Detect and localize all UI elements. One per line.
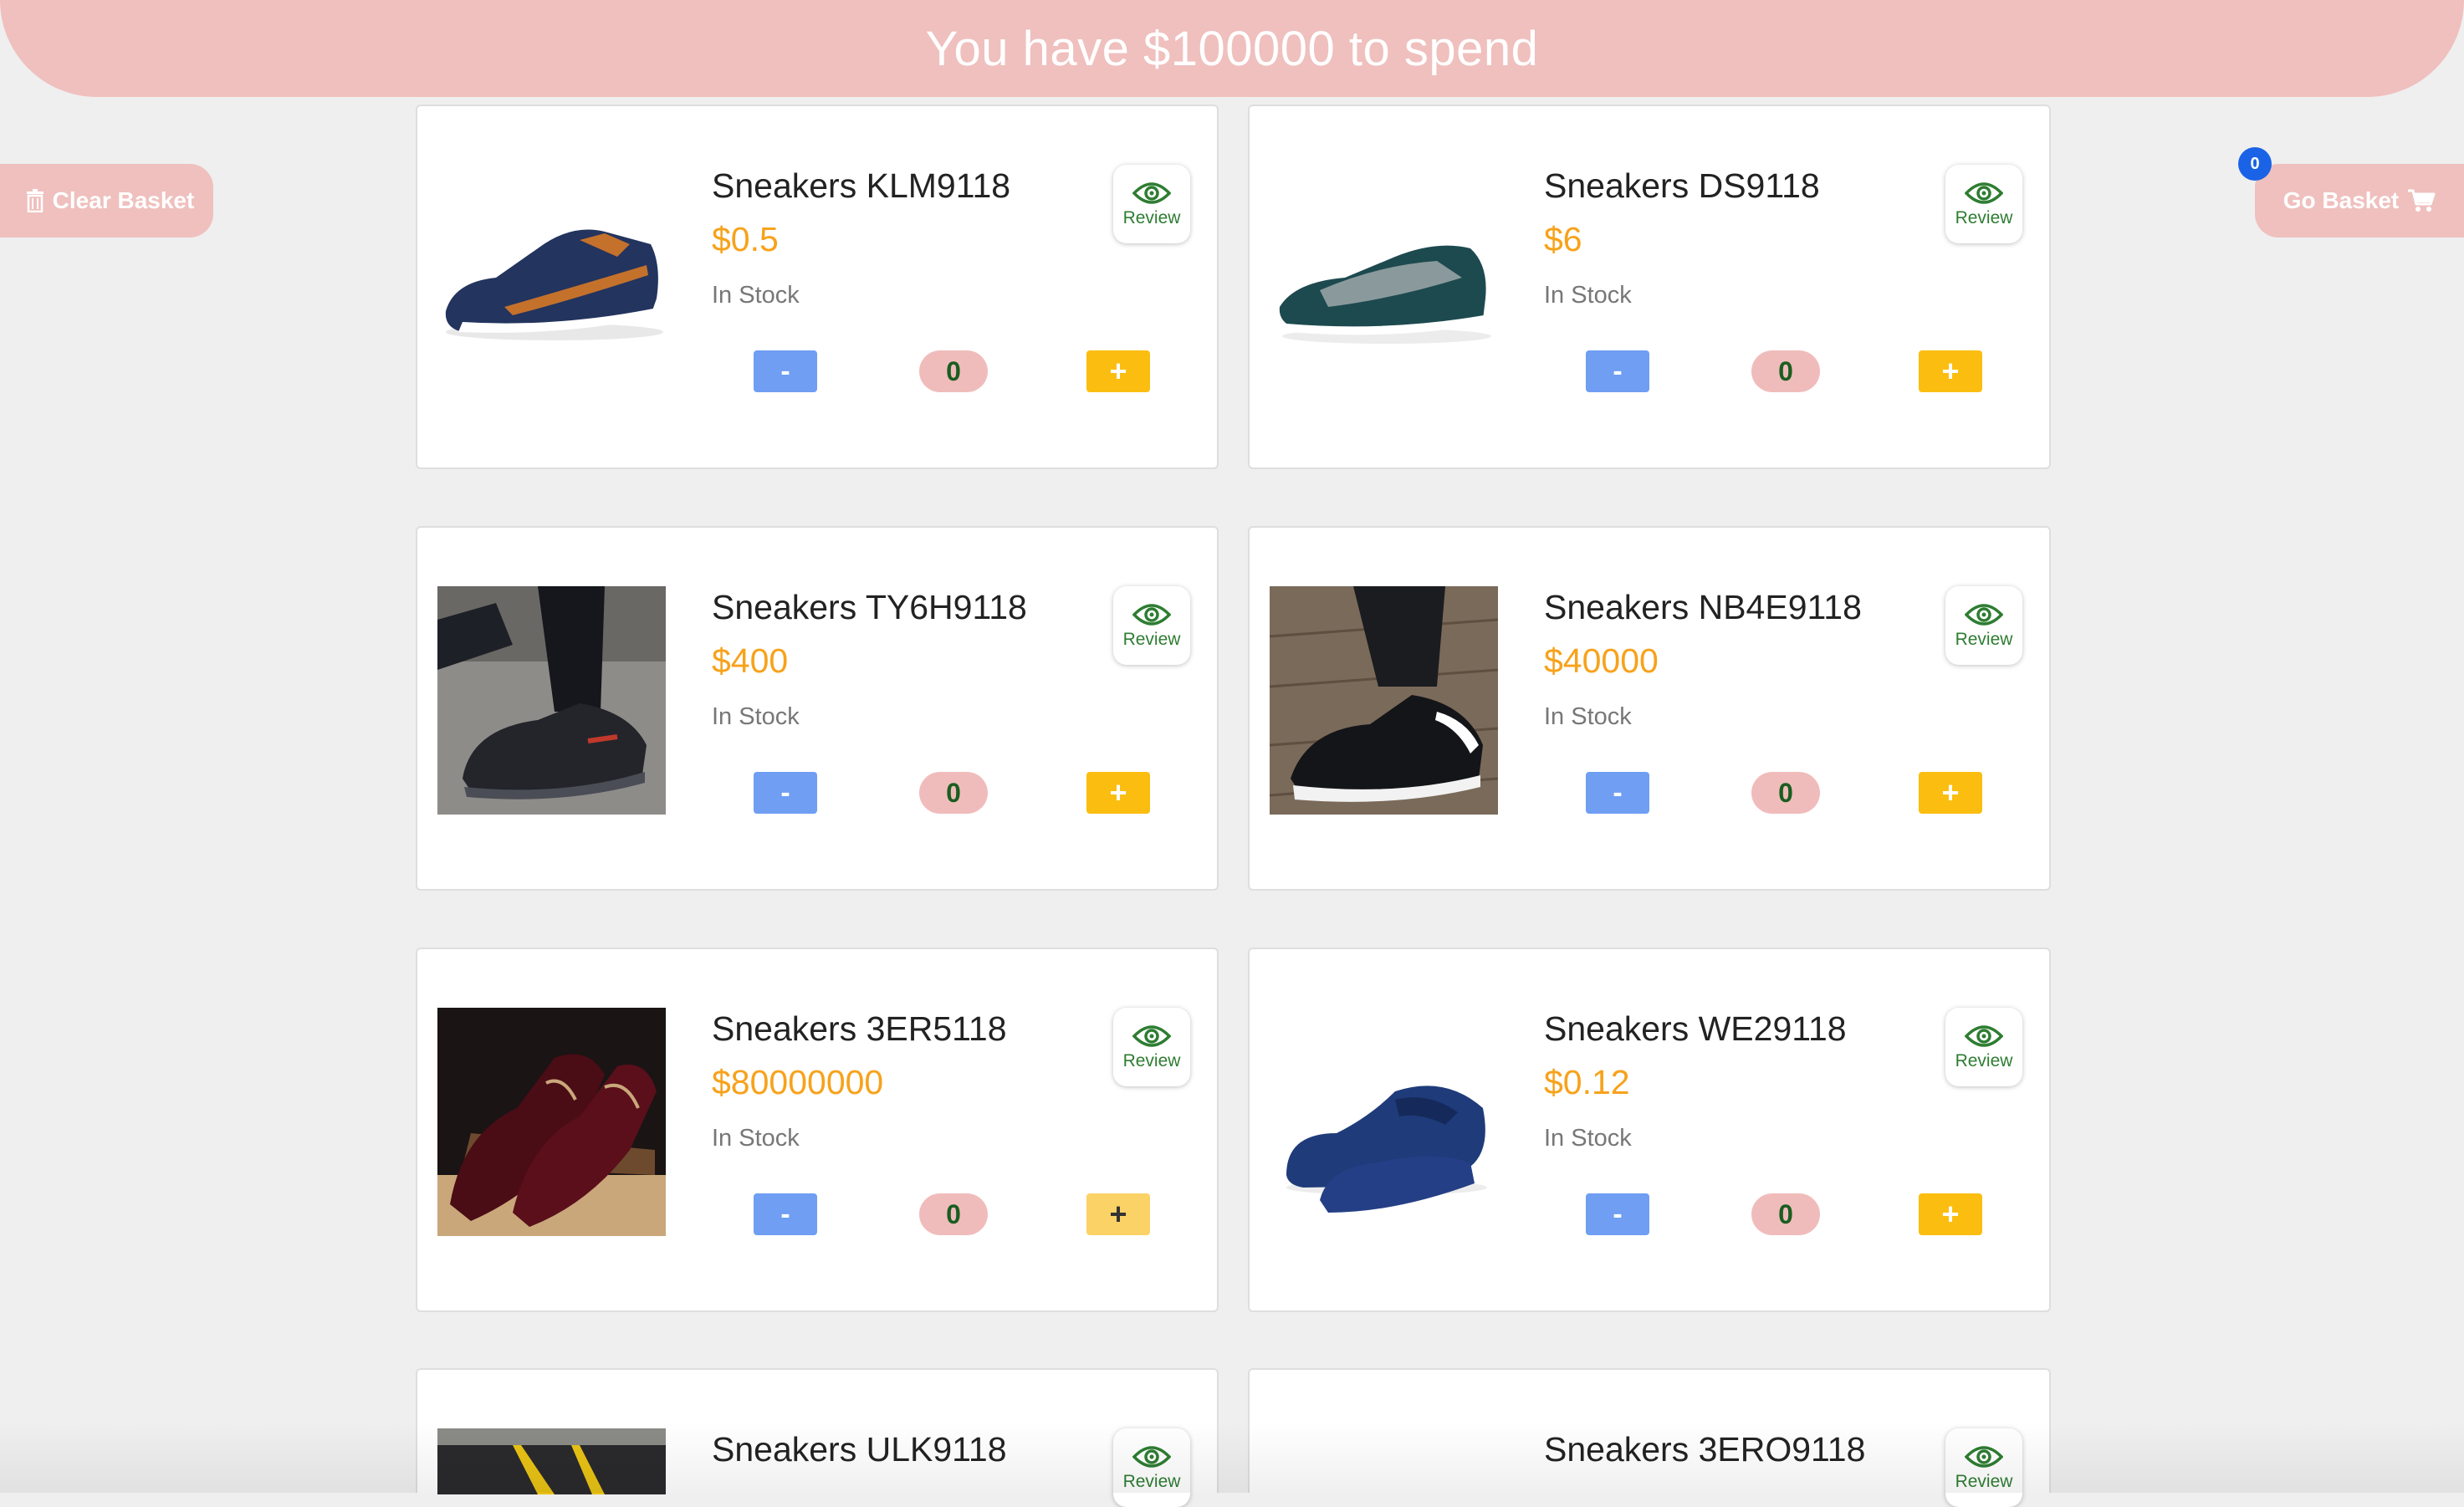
eye-icon	[1132, 1443, 1171, 1470]
product-name[interactable]: Sneakers KLM9118	[712, 166, 1010, 206]
quantity-display: 0	[919, 772, 988, 814]
product-price: $40000	[1544, 641, 1659, 680]
product-card: Sneakers NB4E9118 $40000 In Stock Review…	[1248, 526, 2051, 891]
stock-status: In Stock	[712, 1125, 800, 1152]
product-name[interactable]: Sneakers ULK9118	[712, 1430, 1007, 1469]
quantity-display: 0	[919, 1193, 988, 1235]
basket-count-badge: 0	[2238, 147, 2272, 181]
review-button[interactable]: Review	[1113, 586, 1190, 665]
review-label: Review	[1955, 1472, 2013, 1491]
review-label: Review	[1122, 208, 1181, 227]
increase-button[interactable]: +	[1086, 350, 1150, 392]
quantity-display: 0	[1751, 350, 1820, 392]
eye-icon	[1132, 1023, 1171, 1050]
eye-icon	[1965, 1443, 2003, 1470]
product-price: $6	[1544, 220, 1582, 258]
quantity-display: 0	[919, 350, 988, 392]
product-card: Sneakers KLM9118 $0.5 In Stock Review - …	[416, 105, 1219, 469]
product-price: $0.5	[712, 220, 779, 258]
decrease-button[interactable]: -	[754, 350, 817, 392]
review-button[interactable]: Review	[1945, 1008, 2022, 1086]
cart-icon	[2407, 188, 2436, 213]
decrease-button[interactable]: -	[1586, 350, 1649, 392]
review-button[interactable]: Review	[1113, 165, 1190, 243]
eye-icon	[1132, 601, 1171, 628]
product-image	[437, 1428, 666, 1494]
quantity-display: 0	[1751, 1193, 1820, 1235]
eye-icon	[1965, 180, 2003, 207]
product-name[interactable]: Sneakers DS9118	[1544, 166, 1820, 206]
product-card: Sneakers ULK9118 Review	[416, 1368, 1219, 1507]
increase-button[interactable]: +	[1919, 350, 1982, 392]
product-name[interactable]: Sneakers 3ER5118	[712, 1009, 1007, 1049]
product-image	[437, 165, 666, 393]
decrease-button[interactable]: -	[1586, 772, 1649, 814]
increase-button[interactable]: +	[1086, 1193, 1150, 1235]
review-button[interactable]: Review	[1113, 1428, 1190, 1507]
trash-icon	[26, 189, 44, 212]
stock-status: In Stock	[712, 703, 800, 730]
stock-status: In Stock	[1544, 282, 1632, 309]
product-image	[437, 1008, 666, 1236]
budget-text: You have $100000 to spend	[925, 21, 1539, 76]
clear-basket-label: Clear Basket	[52, 187, 195, 213]
product-name[interactable]: Sneakers NB4E9118	[1544, 588, 1862, 627]
product-price: $80000000	[712, 1063, 884, 1101]
review-label: Review	[1955, 630, 2013, 649]
review-button[interactable]: Review	[1945, 1428, 2022, 1507]
stock-status: In Stock	[1544, 1125, 1632, 1152]
product-name[interactable]: Sneakers WE29118	[1544, 1009, 1847, 1049]
decrease-button[interactable]: -	[754, 772, 817, 814]
product-card: Sneakers 3ERO9118 Review	[1248, 1368, 2051, 1507]
review-label: Review	[1122, 1051, 1181, 1070]
product-price: $0.12	[1544, 1063, 1630, 1101]
decrease-button[interactable]: -	[754, 1193, 817, 1235]
scroll-shadow	[0, 1422, 2464, 1493]
increase-button[interactable]: +	[1919, 772, 1982, 814]
product-card: Sneakers TY6H9118 $400 In Stock Review -…	[416, 526, 1219, 891]
go-basket-button[interactable]: Go Basket	[2255, 164, 2464, 238]
product-image	[437, 586, 666, 815]
eye-icon	[1965, 1023, 2003, 1050]
decrease-button[interactable]: -	[1586, 1193, 1649, 1235]
clear-basket-button[interactable]: Clear Basket	[0, 164, 213, 238]
product-image	[1270, 165, 1498, 393]
increase-button[interactable]: +	[1919, 1193, 1982, 1235]
product-image	[1270, 586, 1498, 815]
product-name[interactable]: Sneakers TY6H9118	[712, 588, 1027, 627]
product-card: Sneakers 3ER5118 $80000000 In Stock Revi…	[416, 948, 1219, 1312]
stock-status: In Stock	[712, 282, 800, 309]
review-label: Review	[1122, 1472, 1181, 1491]
review-button[interactable]: Review	[1113, 1008, 1190, 1086]
go-basket-label: Go Basket	[2283, 187, 2400, 213]
product-image	[1270, 1008, 1498, 1236]
stock-status: In Stock	[1544, 703, 1632, 730]
increase-button[interactable]: +	[1086, 772, 1150, 814]
product-price: $400	[712, 641, 789, 680]
product-name[interactable]: Sneakers 3ERO9118	[1544, 1430, 1865, 1469]
review-button[interactable]: Review	[1945, 165, 2022, 243]
review-label: Review	[1955, 208, 2013, 227]
product-card: Sneakers DS9118 $6 In Stock Review - 0 +	[1248, 105, 2051, 469]
budget-banner: You have $100000 to spend	[0, 0, 2464, 97]
eye-icon	[1132, 180, 1171, 207]
quantity-display: 0	[1751, 772, 1820, 814]
eye-icon	[1965, 601, 2003, 628]
product-card: Sneakers WE29118 $0.12 In Stock Review -…	[1248, 948, 2051, 1312]
review-label: Review	[1122, 630, 1181, 649]
review-button[interactable]: Review	[1945, 586, 2022, 665]
review-label: Review	[1955, 1051, 2013, 1070]
